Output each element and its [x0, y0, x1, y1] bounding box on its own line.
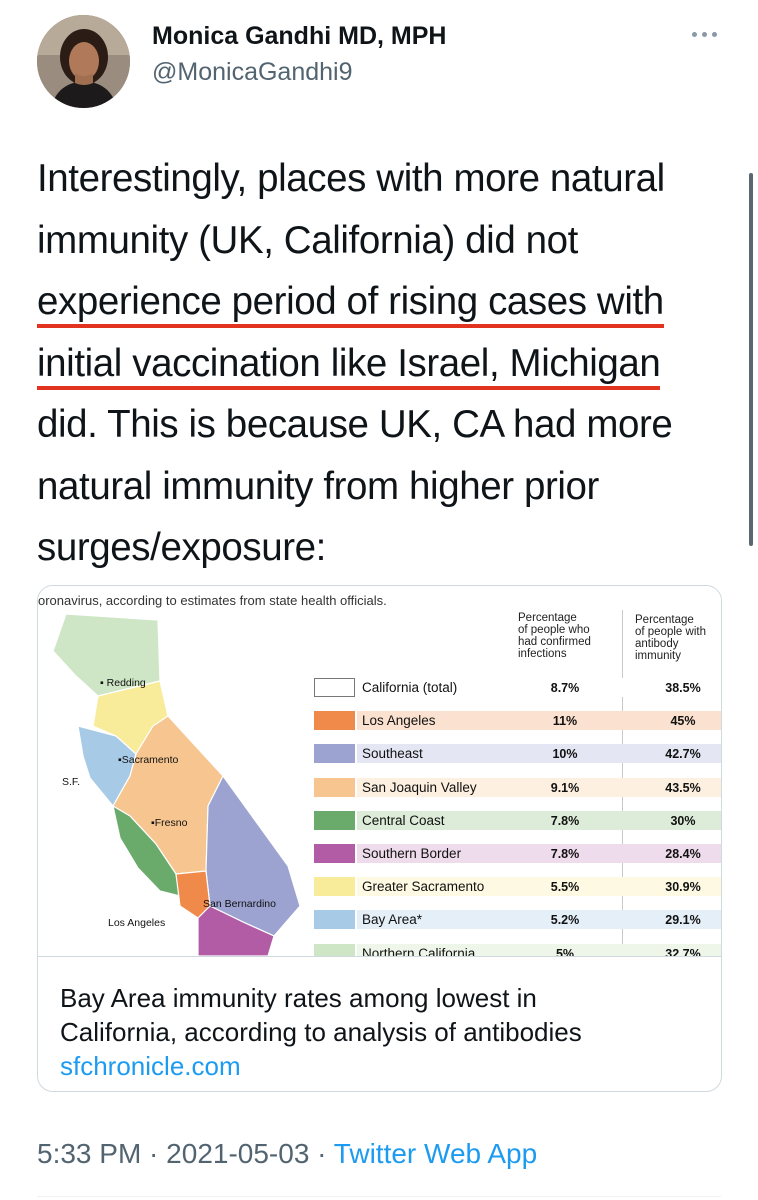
row-antibody: 30%: [670, 813, 696, 828]
table-row: Bay Area* 5.2% 29.1%: [314, 910, 721, 930]
row-antibody: 38.5%: [665, 681, 701, 695]
map-label-san-bernardino: San Bernardino: [203, 898, 276, 910]
row-antibody: 29.1%: [665, 913, 701, 928]
card-title: Bay Area immunity rates among lowest in …: [60, 983, 582, 1047]
row-confirmed: 9.1%: [550, 780, 580, 795]
row-antibody: 43.5%: [665, 780, 701, 795]
col-header-confirmed: Percentage of people who had confirmed i…: [518, 612, 591, 660]
row-region: Bay Area*: [362, 912, 423, 928]
row-confirmed: 8.7%: [550, 681, 580, 695]
row-region: Northern California: [362, 945, 476, 956]
tweet-line: surges/exposure:: [37, 526, 326, 569]
tweet-date[interactable]: 2021-05-03: [166, 1138, 309, 1169]
tweet-time[interactable]: 5:33 PM: [37, 1138, 141, 1169]
row-swatch: [314, 777, 355, 797]
table-row: Greater Sacramento 5.5% 30.9%: [314, 877, 721, 897]
more-options-icon[interactable]: [690, 24, 720, 44]
row-region: Southern Border: [362, 846, 462, 861]
row-confirmed: 5%: [555, 946, 575, 956]
link-card[interactable]: oronavirus, according to estimates from …: [37, 585, 722, 1092]
table-row: Southeast 10% 42.7%: [314, 744, 721, 764]
table-row: Los Angeles 11% 45%: [314, 711, 721, 731]
tweet-line-underlined: initial vaccination like Israel, Michiga…: [37, 341, 661, 390]
tweet-line: natural immunity from higher prior: [37, 464, 599, 508]
table-row: Northern California 5% 32.7%: [314, 943, 721, 956]
map-label-sacramento: ▪Sacramento: [118, 754, 179, 766]
tweet-source-app[interactable]: Twitter Web App: [334, 1138, 537, 1169]
table-row: Southern Border 7.8% 28.4%: [314, 844, 721, 863]
tweet-line-underlined: experience period of rising cases with: [37, 280, 664, 328]
row-confirmed: 5.2%: [550, 913, 580, 928]
row-confirmed: 7.8%: [550, 847, 580, 861]
row-confirmed: 11%: [552, 714, 578, 729]
tweet-line: Interestingly, places with more natural: [37, 157, 665, 200]
tweet-line: did. This is because UK, CA had more: [37, 403, 673, 446]
row-swatch: [314, 910, 355, 930]
tweet-line: immunity (UK, California) did not: [37, 218, 578, 262]
tweet-meta: 5:33 PM · 2021-05-03 · Twitter Web App: [37, 1138, 538, 1169]
table-row: San Joaquin Valley 9.1% 43.5%: [314, 777, 721, 797]
card-footer[interactable]: Bay Area immunity rates among lowest in …: [38, 956, 721, 1091]
row-antibody: 45%: [670, 714, 696, 729]
row-swatch: [314, 678, 355, 697]
row-swatch: [314, 943, 355, 956]
card-image: oronavirus, according to estimates from …: [38, 586, 721, 956]
author-name[interactable]: Monica Gandhi MD, MPH: [152, 22, 446, 51]
author-handle[interactable]: @MonicaGandhi9: [152, 58, 353, 87]
row-swatch: [314, 877, 355, 897]
row-region: Central Coast: [362, 812, 445, 828]
row-region: California (total): [362, 680, 458, 695]
row-region: San Joaquin Valley: [362, 779, 477, 795]
scrollbar[interactable]: [749, 173, 753, 546]
col-header-antibody: Percentage of people with antibody immun…: [635, 614, 706, 662]
row-swatch: [314, 810, 355, 830]
row-antibody: 30.9%: [665, 880, 701, 895]
row-swatch: [314, 744, 355, 764]
row-confirmed: 10%: [552, 747, 578, 762]
row-region: Southeast: [362, 746, 423, 762]
row-confirmed: 5.5%: [550, 880, 580, 895]
table-row: California (total) 8.7% 38.5%: [314, 678, 721, 697]
map-label-redding: ▪ Redding: [100, 677, 146, 689]
map-label-los-angeles: Los Angeles: [108, 917, 166, 929]
map-label-fresno: ▪Fresno: [151, 817, 188, 829]
avatar[interactable]: [37, 15, 130, 108]
row-swatch: [314, 711, 355, 731]
row-confirmed: 7.8%: [550, 813, 580, 828]
row-region: Los Angeles: [362, 713, 436, 729]
row-region: Greater Sacramento: [362, 879, 485, 895]
row-swatch: [314, 844, 355, 863]
divider: [37, 1196, 721, 1197]
row-antibody: 42.7%: [665, 747, 701, 762]
map-label-sf: S.F.: [62, 776, 81, 788]
avatar-photo: [37, 15, 130, 108]
card-domain-link[interactable]: sfchronicle.com: [60, 1051, 241, 1082]
row-antibody: 32.7%: [665, 946, 701, 956]
row-antibody: 28.4%: [665, 847, 701, 861]
table-row: Central Coast 7.8% 30%: [314, 810, 721, 830]
tweet-text: Interestingly, places with more natural …: [37, 148, 727, 579]
